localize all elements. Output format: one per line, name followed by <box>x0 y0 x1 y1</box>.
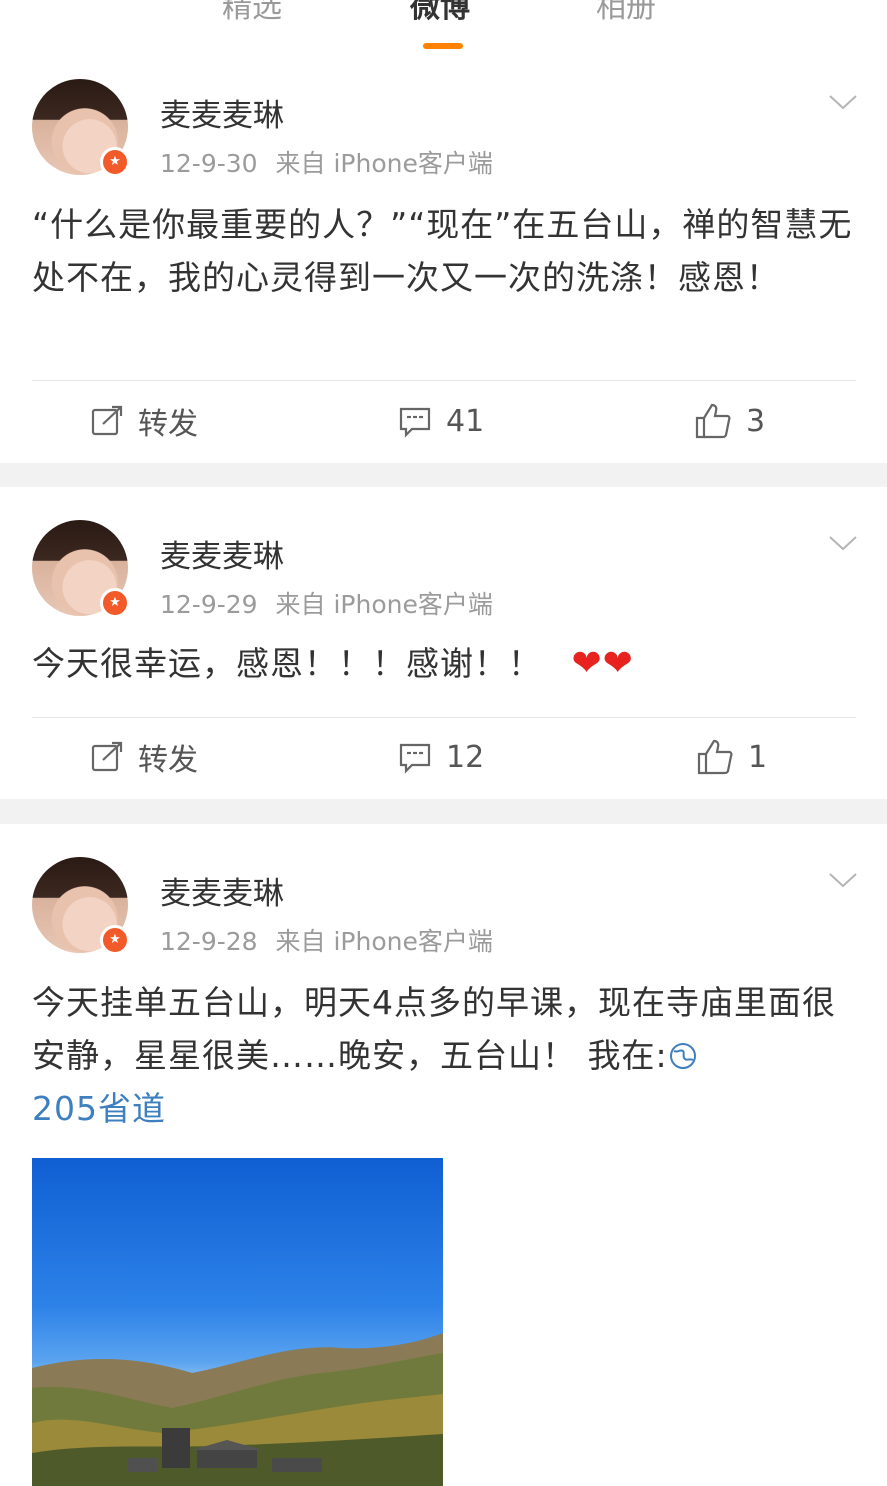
post-source: 来自 iPhone客户端 <box>275 590 493 619</box>
repost-label: 转发 <box>138 743 198 778</box>
post-photo[interactable] <box>32 1158 443 1486</box>
post-content: 今天很幸运，感恩！！！感谢！！ ❤❤ <box>32 637 862 690</box>
post-meta: 12-9-28 来自 iPhone客户端 <box>160 922 493 958</box>
verified-badge-icon: ★ <box>100 925 130 955</box>
comment-count: 12 <box>446 739 485 775</box>
post-card[interactable]: ★ 麦麦麦琳 12-9-29 来自 iPhone客户端 今天很幸运，感恩！！！感… <box>0 487 887 799</box>
avatar[interactable]: ★ <box>32 79 130 177</box>
card-separator <box>0 463 887 487</box>
card-separator <box>0 799 887 824</box>
post-content: “什么是你最重要的人？”“现在”在五台山，禅的智慧无处不在，我的心灵得到一次又一… <box>32 205 853 297</box>
repost-button[interactable]: 转发 <box>90 737 198 778</box>
divider <box>32 380 856 381</box>
author-name[interactable]: 麦麦麦琳 <box>160 90 284 135</box>
post-date: 12-9-28 <box>160 927 258 956</box>
avatar[interactable]: ★ <box>32 857 130 955</box>
location-link[interactable]: 205省道 <box>32 1089 166 1128</box>
post-card[interactable]: ★ 麦麦麦琳 12-9-28 来自 iPhone客户端 今天挂单五台山，明天4点… <box>0 824 887 1486</box>
post-source: 来自 iPhone客户端 <box>275 149 493 178</box>
post-date: 12-9-30 <box>160 149 258 178</box>
verified-badge-icon: ★ <box>100 147 130 177</box>
verified-badge-icon: ★ <box>100 588 130 618</box>
profile-tab-bar: 精选 微博 相册 <box>0 0 887 58</box>
post-date: 12-9-29 <box>160 590 258 619</box>
chevron-down-icon[interactable] <box>828 870 858 890</box>
post-content: 今天挂单五台山，明天4点多的早课，现在寺庙里面很安静，星星很美……晚安，五台山！… <box>32 976 862 1135</box>
post-meta: 12-9-30 来自 iPhone客户端 <box>160 144 493 180</box>
post-meta: 12-9-29 来自 iPhone客户端 <box>160 585 493 621</box>
chevron-down-icon[interactable] <box>828 92 858 112</box>
author-name[interactable]: 麦麦麦琳 <box>160 868 284 913</box>
tab-weibo[interactable]: 微博 <box>410 0 470 28</box>
like-button[interactable]: 1 <box>696 737 767 777</box>
comment-icon <box>399 743 431 774</box>
comment-count: 41 <box>446 403 485 439</box>
thumbs-up-icon <box>695 403 731 439</box>
tab-featured[interactable]: 精选 <box>222 0 282 28</box>
comment-icon <box>399 407 431 438</box>
author-name[interactable]: 麦麦麦琳 <box>160 531 284 576</box>
repost-icon <box>91 741 123 772</box>
post-text: 今天挂单五台山，明天4点多的早课，现在寺庙里面很安静，星星很美……晚安，五台山！… <box>32 983 836 1075</box>
like-count: 3 <box>746 403 766 439</box>
comment-button[interactable]: 12 <box>398 737 484 777</box>
repost-icon <box>91 405 123 436</box>
tab-album[interactable]: 相册 <box>596 0 656 28</box>
like-count: 1 <box>748 739 768 775</box>
thumbs-up-icon <box>697 739 733 775</box>
avatar[interactable]: ★ <box>32 520 130 618</box>
mountain-landscape-image <box>32 1333 443 1486</box>
post-card[interactable]: ★ 麦麦麦琳 12-9-30 来自 iPhone客户端 “什么是你最重要的人？”… <box>0 58 887 463</box>
chevron-down-icon[interactable] <box>828 533 858 553</box>
divider <box>32 717 856 718</box>
heart-emoji: ❤❤ <box>571 643 634 684</box>
post-source: 来自 iPhone客户端 <box>275 927 493 956</box>
location-globe-icon <box>669 1043 696 1069</box>
repost-button[interactable]: 转发 <box>90 401 198 442</box>
like-button[interactable]: 3 <box>694 401 765 441</box>
post-text: 今天很幸运，感恩！！！感谢！！ <box>32 644 542 683</box>
comment-button[interactable]: 41 <box>398 401 484 441</box>
repost-label: 转发 <box>138 407 198 442</box>
active-tab-indicator <box>423 43 463 49</box>
